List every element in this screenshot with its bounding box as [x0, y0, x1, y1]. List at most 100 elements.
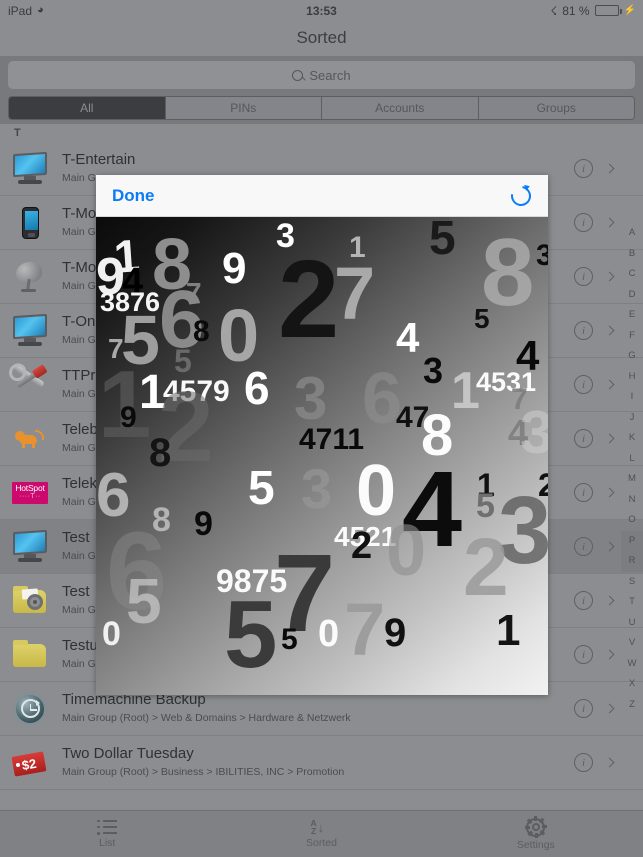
- segment-pins[interactable]: PINs: [165, 97, 322, 119]
- sort-az-icon: A Z ↓: [310, 819, 332, 836]
- index-letter-p[interactable]: P: [621, 530, 643, 551]
- index-letter-d[interactable]: D: [621, 285, 643, 306]
- index-letter-z[interactable]: Z: [621, 695, 643, 716]
- index-letter-t[interactable]: T: [621, 592, 643, 613]
- index-letter-k[interactable]: K: [621, 428, 643, 449]
- collage-number: 5: [476, 487, 495, 525]
- segment-all[interactable]: All: [9, 97, 166, 119]
- chevron-right-icon[interactable]: [604, 325, 615, 336]
- hotspot-icon: HotSpot ····T··: [11, 476, 49, 510]
- reload-icon[interactable]: [507, 181, 535, 210]
- index-letter-b[interactable]: B: [621, 244, 643, 265]
- index-letter-a[interactable]: A: [621, 223, 643, 244]
- chevron-right-icon[interactable]: [604, 757, 615, 768]
- collage-number: 4711: [299, 423, 365, 456]
- segment-accounts[interactable]: Accounts: [322, 97, 479, 119]
- chevron-right-icon[interactable]: [604, 163, 615, 174]
- collage-number: 8: [193, 315, 210, 348]
- tab-sorted[interactable]: A Z ↓ Sorted: [214, 811, 428, 857]
- collage-number: 9: [194, 505, 213, 543]
- index-letter-o[interactable]: O: [621, 510, 643, 531]
- tab-settings[interactable]: Settings: [429, 811, 643, 857]
- chevron-right-icon[interactable]: [604, 649, 615, 660]
- chevron-right-icon[interactable]: [604, 541, 615, 552]
- alphabet-index-bar[interactable]: ABCDEFGHIJKLMNOPRSTUVWXZ: [621, 124, 643, 810]
- tab-list[interactable]: List: [0, 811, 214, 857]
- status-bar-clock: 13:53: [306, 3, 337, 18]
- tab-sorted-label: Sorted: [306, 837, 337, 849]
- search-bar-container: Search: [0, 56, 643, 94]
- info-icon[interactable]: i: [574, 699, 593, 718]
- index-letter-h[interactable]: H: [621, 367, 643, 388]
- index-letter-l[interactable]: L: [621, 449, 643, 470]
- index-letter-e[interactable]: E: [621, 305, 643, 326]
- tab-list-label: List: [98, 836, 116, 849]
- phone-icon: [11, 206, 49, 240]
- info-icon[interactable]: i: [574, 213, 593, 232]
- page-title: Sorted: [296, 27, 347, 47]
- chevron-right-icon[interactable]: [604, 217, 615, 228]
- chevron-right-icon[interactable]: [604, 595, 615, 606]
- tools-icon: [11, 363, 49, 402]
- info-icon[interactable]: i: [574, 321, 593, 340]
- row-icon: $2: [10, 743, 50, 783]
- row-icon: [10, 363, 50, 405]
- info-icon[interactable]: i: [574, 537, 593, 556]
- index-letter-u[interactable]: U: [621, 613, 643, 634]
- done-button[interactable]: Done: [112, 186, 155, 206]
- battery-percent-label: 81 %: [562, 3, 590, 18]
- row-icon: [10, 149, 50, 189]
- info-icon[interactable]: i: [574, 645, 593, 664]
- index-letter-s[interactable]: S: [621, 572, 643, 593]
- segment-groups[interactable]: Groups: [478, 97, 634, 119]
- index-letter-n[interactable]: N: [621, 490, 643, 511]
- collage-number: 3: [301, 457, 333, 520]
- chevron-right-icon[interactable]: [604, 487, 615, 498]
- info-icon[interactable]: i: [574, 375, 593, 394]
- section-header-letter: T: [0, 124, 643, 142]
- navigation-bar: Sorted: [0, 21, 643, 54]
- table-row[interactable]: $2 Two Dollar Tuesday Main Group (Root) > …: [0, 736, 643, 790]
- collage-number: 0: [102, 615, 121, 653]
- chevron-right-icon[interactable]: [604, 379, 615, 390]
- filter-segmented-control[interactable]: All PINs Accounts Groups: [8, 96, 635, 120]
- collage-number: 4: [396, 314, 420, 361]
- info-icon[interactable]: i: [574, 267, 593, 286]
- lion-icon: [11, 422, 49, 456]
- chevron-right-icon[interactable]: [604, 433, 615, 444]
- segment-label: All: [80, 101, 94, 115]
- index-letter-v[interactable]: V: [621, 633, 643, 654]
- list-icon: [97, 819, 118, 835]
- collage-number: 0: [318, 613, 340, 655]
- collage-number: 2: [351, 525, 373, 567]
- index-letter-c[interactable]: C: [621, 264, 643, 285]
- index-letter-g[interactable]: G: [621, 346, 643, 367]
- index-letter-x[interactable]: X: [621, 674, 643, 695]
- filter-segmented-container: All PINs Accounts Groups: [0, 94, 643, 124]
- info-icon[interactable]: i: [574, 159, 593, 178]
- index-letter-f[interactable]: F: [621, 326, 643, 347]
- index-letter-w[interactable]: W: [621, 654, 643, 675]
- index-letter-r[interactable]: R: [621, 551, 643, 572]
- row-icon: [10, 203, 50, 243]
- index-letter-j[interactable]: J: [621, 408, 643, 429]
- collage-number: 5: [248, 462, 275, 515]
- chevron-right-icon[interactable]: [604, 271, 615, 282]
- index-letter-i[interactable]: I: [621, 387, 643, 408]
- search-input[interactable]: Search: [8, 61, 635, 89]
- info-icon[interactable]: i: [574, 753, 593, 772]
- search-icon: [292, 69, 304, 81]
- charging-bolt-icon: ⚡: [623, 5, 636, 16]
- timemachine-icon: [11, 692, 49, 726]
- sort-bottom-letter: Z: [310, 826, 317, 836]
- collage-number: 2: [463, 522, 509, 613]
- info-icon[interactable]: i: [574, 591, 593, 610]
- index-letter-m[interactable]: M: [621, 469, 643, 490]
- segment-label: Accounts: [375, 101, 425, 115]
- status-bar: iPad ◕ 13:53 ☇ 81 % ⚡: [0, 0, 643, 21]
- chevron-right-icon[interactable]: [604, 703, 615, 714]
- info-icon[interactable]: i: [574, 483, 593, 502]
- battery-icon: [594, 5, 622, 16]
- collage-number: 6: [244, 362, 270, 414]
- info-icon[interactable]: i: [574, 429, 593, 448]
